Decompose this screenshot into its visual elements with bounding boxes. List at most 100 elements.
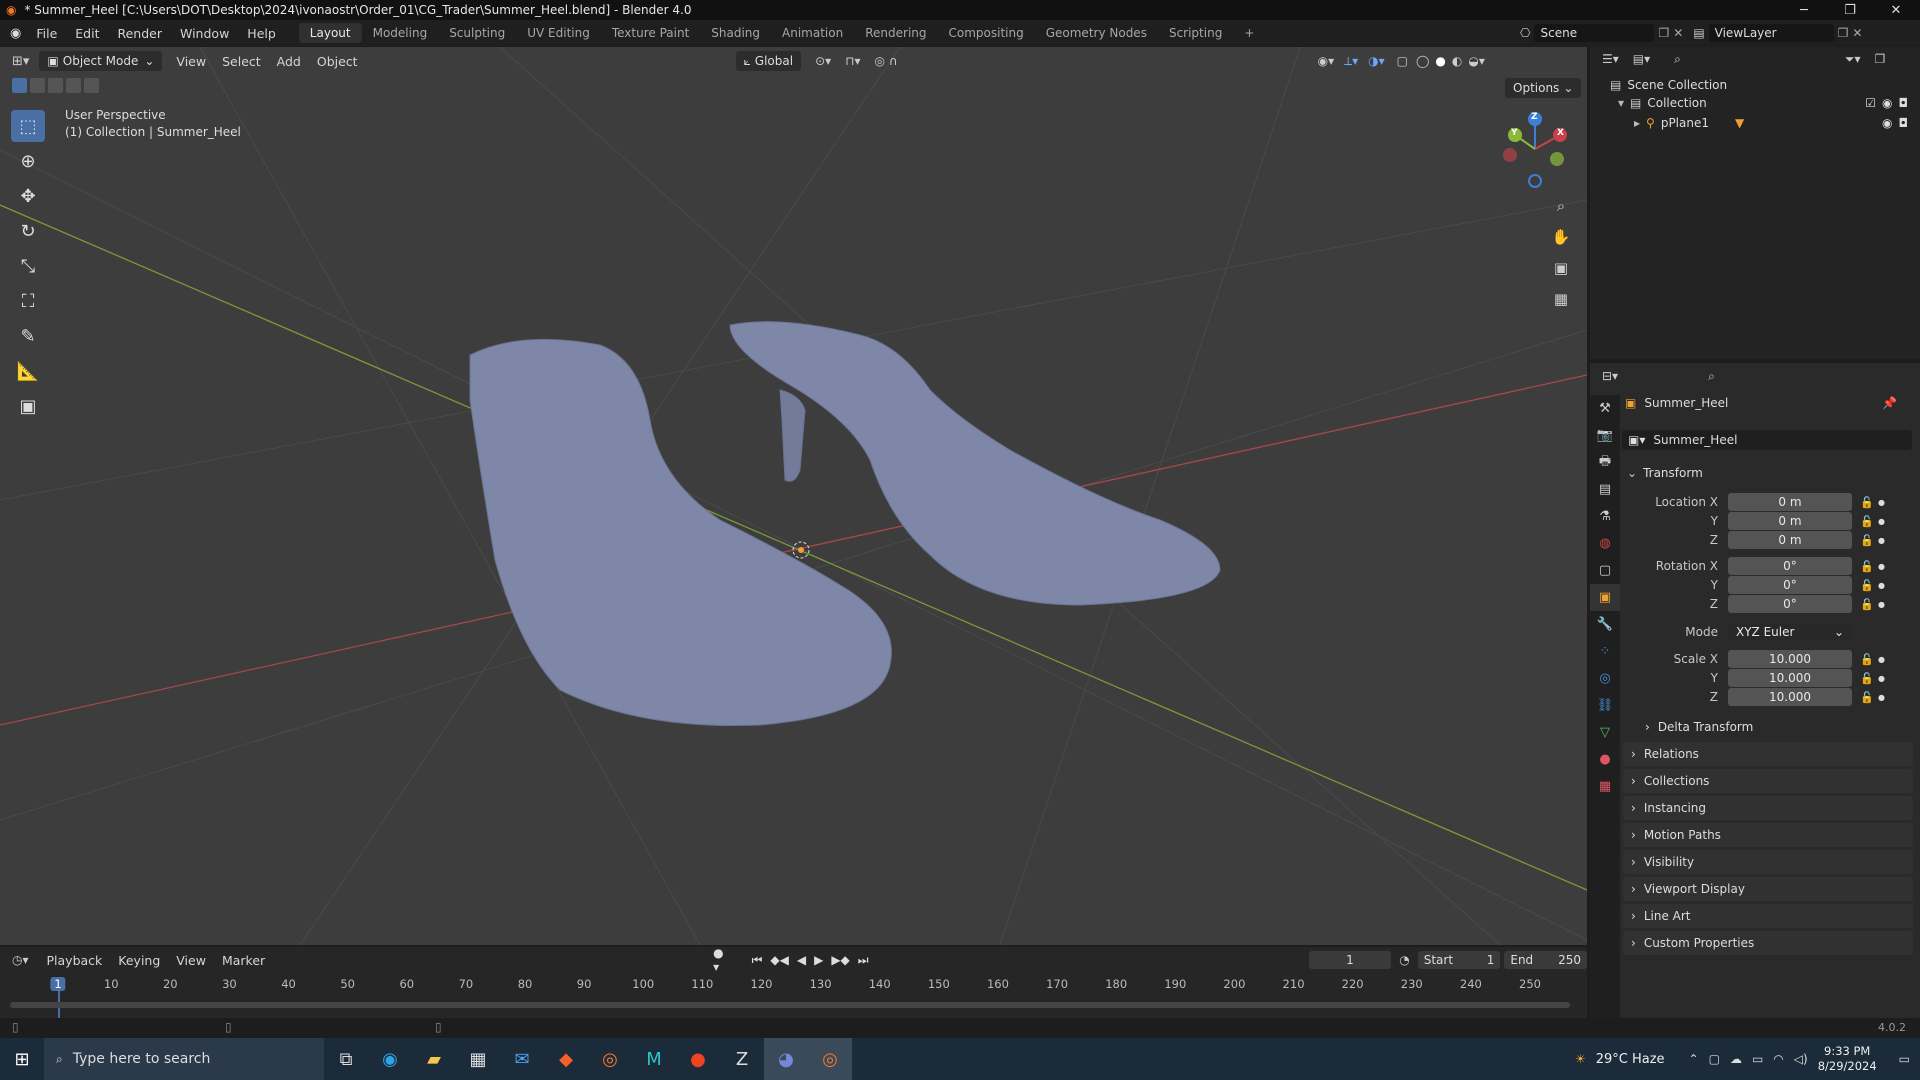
collection-row[interactable]: ▾ ▤ Collection ☑ ◉ ◘ [1618,96,1908,110]
object-tab-icon[interactable]: ▣ [1590,584,1620,611]
keyframe-dot-icon[interactable]: ● [1878,498,1885,507]
eye-icon[interactable]: ◉ [1882,116,1892,130]
rotation-y-field[interactable]: 0° [1728,576,1852,594]
camera-icon[interactable]: ▣ [1547,254,1575,282]
relations-panel[interactable]: › Relations [1623,742,1913,766]
chevron-up-icon[interactable]: ⌃ [1689,1052,1699,1066]
render-camera-icon[interactable]: ◘ [1899,116,1909,130]
lock-icon[interactable]: 🔓 [1860,653,1874,666]
tab-texture-paint[interactable]: Texture Paint [601,23,700,43]
menu-help[interactable]: Help [238,26,285,41]
delete-view-layer-icon[interactable]: ✕ [1852,26,1862,40]
motion-paths-panel[interactable]: › Motion Paths [1623,823,1913,847]
timeline-scrollbar[interactable] [10,1002,1570,1008]
scene-tab-icon[interactable]: ⚗ [1590,503,1620,530]
material-tab-icon[interactable]: ● [1590,746,1620,773]
lock-icon[interactable]: 🔓 [1860,496,1874,509]
output-tab-icon[interactable]: 🖶 [1590,449,1620,476]
discord-icon[interactable]: ◕ [764,1038,808,1080]
app-red-icon[interactable]: ● [676,1038,720,1080]
tab-rendering[interactable]: Rendering [854,23,937,43]
marker-menu[interactable]: Marker [214,953,273,968]
custom-properties-panel[interactable]: › Custom Properties [1623,931,1913,955]
scene-icon[interactable]: ⎔ [1520,26,1530,40]
editor-type-icon[interactable]: ⊞▾ [12,54,29,69]
tab-shading[interactable]: Shading [700,23,771,43]
proportional-edit-icon[interactable]: ◎ ∩ [875,54,898,68]
keying-menu[interactable]: Keying [110,953,168,968]
pan-hand-icon[interactable]: ✋ [1547,223,1575,251]
lock-icon[interactable]: 🔓 [1860,672,1874,685]
solid-shading-icon[interactable]: ● [1435,54,1445,68]
pivot-icon[interactable]: ⊙▾ [815,54,831,68]
properties-editor-icon[interactable]: ⊟▾ [1602,369,1618,383]
keyframe-dot-icon[interactable]: ● [1878,581,1885,590]
select-intersect-icon[interactable] [84,78,99,93]
add-cube-tool-icon[interactable]: ▣ [11,390,45,422]
render-tab-icon[interactable]: 📷 [1590,422,1620,449]
blender-active-icon[interactable]: ◎ [808,1038,852,1080]
properties-search-icon[interactable]: ⌕ [1708,369,1715,384]
battery-icon[interactable]: ▭ [1752,1052,1763,1066]
view-layer-tab-icon[interactable]: ▤ [1590,476,1620,503]
transform-tool-icon[interactable]: ⛶ [11,285,45,317]
new-scene-icon[interactable]: ❐ [1658,26,1669,40]
minimize-button[interactable]: ─ [1781,0,1827,20]
keyframe-dot-icon[interactable]: ● [1878,600,1885,609]
select-extend-icon[interactable] [30,78,45,93]
tab-geometry-nodes[interactable]: Geometry Nodes [1035,23,1158,43]
rotate-tool-icon[interactable]: ↻ [11,215,45,247]
play-icon[interactable]: ▶ [814,953,823,967]
tray-icon[interactable]: ▢ [1709,1052,1720,1066]
perspective-grid-icon[interactable]: ▦ [1547,285,1575,313]
navigation-gizmo[interactable]: Z X Y [1495,109,1575,189]
keyframe-dot-icon[interactable]: ● [1878,655,1885,664]
tab-uv-editing[interactable]: UV Editing [516,23,601,43]
select-box-tool-icon[interactable]: ⬚ [11,110,45,142]
file-explorer-icon[interactable]: ▰ [412,1038,456,1080]
checkbox-icon[interactable]: ☑ [1865,96,1876,110]
eye-icon[interactable]: ◉ [1882,96,1892,110]
blender-menu-icon[interactable]: ◉ [10,26,21,41]
annotate-tool-icon[interactable]: ✎ [11,320,45,352]
store-icon[interactable]: ▦ [456,1038,500,1080]
windows-start-icon[interactable]: ⊞ [0,1038,44,1080]
volume-icon[interactable]: ◁) [1794,1052,1808,1066]
select-menu[interactable]: Select [214,54,269,69]
prev-keyframe-icon[interactable]: ◆◀ [770,953,788,967]
expand-icon[interactable]: ▾ [1618,96,1624,110]
delete-scene-icon[interactable]: ✕ [1673,26,1683,40]
frame-ruler[interactable]: 1 10 20 30 40 50 60 70 80 90 100 110 120 130 140 150 160… [0,977,1587,1021]
jump-end-icon[interactable]: ⏭ [858,953,869,968]
wireframe-shading-icon[interactable]: ◯ [1416,54,1429,68]
start-frame-field[interactable]: Start 1 [1417,951,1501,969]
modifier-tab-icon[interactable]: 🔧 [1590,611,1620,638]
constraints-tab-icon[interactable]: ⛓ [1590,692,1620,719]
collection-tab-icon[interactable]: ▢ [1590,557,1620,584]
notifications-icon[interactable]: ▭ [1899,1052,1910,1066]
mode-dropdown[interactable]: ▣ Object Mode ⌄ [39,51,163,71]
menu-file[interactable]: File [27,26,66,41]
object-menu[interactable]: Object [309,54,366,69]
mail-icon[interactable]: ✉ [500,1038,544,1080]
xray-icon[interactable]: ▢ [1397,54,1408,68]
tool-tab-icon[interactable]: ⚒ [1590,395,1620,422]
cloud-icon[interactable]: ☁ [1730,1052,1742,1066]
physics-tab-icon[interactable]: ◎ [1590,665,1620,692]
visibility-panel[interactable]: › Visibility [1623,850,1913,874]
object-name-field[interactable]: ▣▾ Summer_Heel [1622,430,1912,450]
gizmo-toggle-icon[interactable]: ⟂▾ [1344,54,1358,69]
timeline-view-menu[interactable]: View [168,953,214,968]
particles-tab-icon[interactable]: ⁘ [1590,638,1620,665]
move-tool-icon[interactable]: ✥ [11,180,45,212]
scale-tool-icon[interactable]: ⤡ [11,250,45,282]
weather-label[interactable]: 29°C Haze [1596,1052,1665,1067]
auto-keying-icon[interactable]: ● ▾ [713,946,731,974]
scale-x-field[interactable]: 10.000 [1728,650,1852,668]
display-mode-icon[interactable]: ▤▾ [1633,52,1650,66]
maya-icon[interactable]: M [632,1038,676,1080]
measure-tool-icon[interactable]: 📐 [11,355,45,387]
keyframe-dot-icon[interactable]: ● [1878,536,1885,545]
brave-icon[interactable]: ◆ [544,1038,588,1080]
timeline-editor-icon[interactable]: ◷▾ [12,953,29,967]
